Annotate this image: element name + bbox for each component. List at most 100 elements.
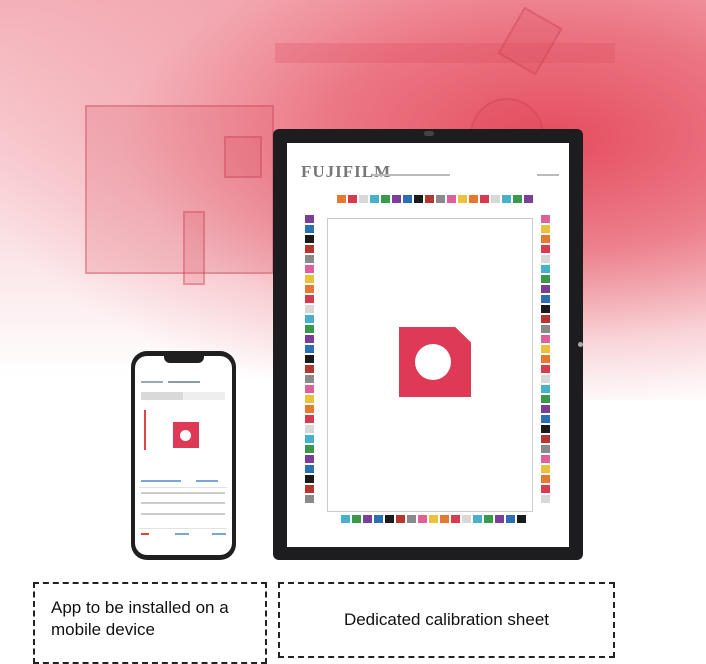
color-patch [305,355,314,363]
color-patch [451,515,460,523]
app-footer-action [212,533,226,535]
color-patch [541,445,550,453]
color-patch [541,455,550,463]
color-patch [305,325,314,333]
color-patch [305,235,314,243]
color-patch [462,515,471,523]
color-patch [541,305,550,313]
color-patch [381,195,390,203]
color-patch [541,265,550,273]
app-result-row [141,502,225,504]
background-decor-shape [85,105,274,274]
color-patch [305,445,314,453]
tablet-side-button [578,342,583,347]
calibration-sheet-caption: Dedicated calibration sheet [278,582,615,658]
color-patch [541,475,550,483]
color-patch [305,415,314,423]
color-patch [440,515,449,523]
color-patch [484,515,493,523]
background-decor-shape [224,136,262,178]
color-patch [392,195,401,203]
calibration-sheet-caption-text: Dedicated calibration sheet [343,610,550,629]
color-patch [407,515,416,523]
color-patch [541,435,550,443]
color-patch [506,515,515,523]
app-footer-action [141,533,149,535]
color-patch [541,465,550,473]
color-patch [495,515,504,523]
color-patch [305,215,314,223]
color-patch [305,275,314,283]
color-patch [363,515,372,523]
color-patch [341,515,350,523]
app-action-link [196,480,218,482]
color-patch [348,195,357,203]
color-patch [418,515,427,523]
color-patch [305,395,314,403]
color-patch [359,195,368,203]
color-patch [305,245,314,253]
tablet-camera [424,131,434,136]
color-patch [541,215,550,223]
color-patch [541,355,550,363]
color-patch [305,485,314,493]
color-patch [541,365,550,373]
color-patch [305,255,314,263]
background-decor-shape [275,43,615,63]
color-patch [352,515,361,523]
fujifilm-logo: FUJIFILM [301,162,392,181]
color-patch [414,195,423,203]
app-color-scale [144,410,146,450]
color-patch [480,195,489,203]
color-patch [425,195,434,203]
color-patch [305,265,314,273]
color-patch [469,195,478,203]
color-patch [403,195,412,203]
color-patch [305,295,314,303]
color-patch [541,495,550,503]
color-patch-column-left [305,215,314,503]
color-patch [305,465,314,473]
sample-part-hole [415,344,451,380]
color-patch [541,245,550,253]
app-footer-action [175,533,189,535]
color-patch [305,405,314,413]
color-patch [541,395,550,403]
color-patch [541,225,550,233]
color-patch [305,435,314,443]
color-patch [541,425,550,433]
color-patch [374,515,383,523]
color-patch [305,335,314,343]
color-patch [517,515,526,523]
app-divider [139,487,227,488]
color-patch [436,195,445,203]
color-patch-column-right [541,215,550,503]
color-patch [541,375,550,383]
color-patch [305,285,314,293]
color-patch [513,195,522,203]
color-patch [524,195,533,203]
color-patch [541,255,550,263]
phone-notch [164,356,204,363]
color-patch [305,365,314,373]
color-patch [337,195,346,203]
color-patch-row-bottom [341,515,526,523]
app-sample-hole [180,430,191,441]
color-patch [541,275,550,283]
app-divider [139,528,227,529]
app-action-link [141,480,181,482]
color-patch [458,195,467,203]
color-patch [541,405,550,413]
color-patch [305,345,314,353]
color-patch [385,515,394,523]
color-patch [541,485,550,493]
color-patch [396,515,405,523]
color-patch [541,415,550,423]
mobile-app-caption-text: App to be installed on a mobile device [51,598,229,639]
color-patch [541,345,550,353]
color-patch [370,195,379,203]
color-patch [502,195,511,203]
mobile-app-screen [135,356,232,555]
color-patch [305,305,314,313]
sheet-header-code [537,174,559,176]
